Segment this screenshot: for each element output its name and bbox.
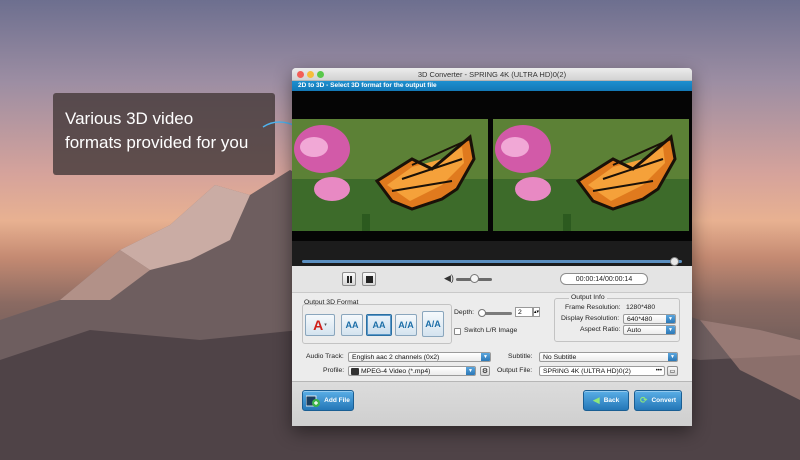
folder-icon: ▭ bbox=[669, 368, 676, 375]
chevron-down-icon: ▼ bbox=[481, 353, 490, 361]
output-file-value: SPRING 4K (ULTRA HD)0(2) bbox=[543, 368, 631, 375]
promo-caption: Various 3D video formats provided for yo… bbox=[53, 93, 275, 175]
dropdown-arrow-icon: ▾ bbox=[324, 322, 327, 328]
add-file-button[interactable]: Add File bbox=[302, 390, 354, 411]
convert-refresh-icon: ⟳ bbox=[639, 395, 648, 405]
display-resolution-value: 640*480 bbox=[627, 316, 653, 323]
frame-resolution-label: Frame Resolution: bbox=[565, 304, 621, 311]
convert-label: Convert bbox=[651, 397, 677, 404]
format-side-by-side-full-button[interactable]: AA bbox=[366, 314, 392, 336]
pause-button[interactable] bbox=[342, 272, 356, 286]
chevron-down-icon: ▼ bbox=[466, 367, 475, 375]
display-resolution-select[interactable]: 640*480 ▼ bbox=[623, 314, 676, 324]
audio-track-value: English aac 2 channels (0x2) bbox=[352, 354, 440, 361]
switch-lr-label: Switch L/R Image bbox=[464, 327, 518, 334]
title-bar: 3D Converter - SPRING 4K (ULTRA HD)0(2) bbox=[292, 68, 692, 81]
format-tb-full-label: A/A bbox=[425, 319, 441, 329]
zoom-window-icon[interactable] bbox=[317, 71, 324, 78]
add-file-label: Add File bbox=[324, 397, 350, 404]
output-file-field[interactable]: SPRING 4K (ULTRA HD)0(2) ••• bbox=[539, 366, 665, 376]
depth-value-field[interactable]: 2 bbox=[515, 307, 533, 317]
profile-value: MPEG-4 Video (*.mp4) bbox=[361, 368, 431, 375]
format-buttons-group: A ▾ AA AA A/A A/A bbox=[302, 304, 452, 344]
pause-icon bbox=[346, 275, 352, 283]
format-anaglyph-label: A bbox=[313, 317, 324, 333]
switch-lr-checkbox[interactable] bbox=[454, 328, 461, 335]
open-folder-button[interactable]: ▭ bbox=[667, 366, 678, 376]
seek-handle[interactable] bbox=[670, 257, 680, 266]
caption-line-2: formats provided for you bbox=[65, 133, 249, 152]
stop-button[interactable] bbox=[362, 272, 376, 286]
playback-controls: ◀) 00:00:14/00:00:14 bbox=[292, 266, 692, 293]
output-info-title: Output Info bbox=[569, 294, 607, 301]
preview-frame-left bbox=[292, 119, 488, 231]
audio-track-label: Audio Track: bbox=[306, 353, 344, 360]
volume-icon: ◀) bbox=[444, 273, 454, 283]
close-window-icon[interactable] bbox=[297, 71, 304, 78]
back-label: Back bbox=[603, 397, 620, 404]
chevron-down-icon: ▼ bbox=[668, 353, 677, 361]
format-top-bottom-full-button[interactable]: A/A bbox=[422, 311, 444, 337]
audio-track-select[interactable]: English aac 2 channels (0x2) ▼ bbox=[348, 352, 491, 362]
more-icon: ••• bbox=[655, 368, 662, 374]
format-sbs-half-label: AA bbox=[345, 320, 359, 330]
format-side-by-side-half-button[interactable]: AA bbox=[341, 314, 363, 336]
chevron-down-icon: ▼ bbox=[666, 326, 675, 334]
frame-resolution-value: 1280*480 bbox=[626, 304, 656, 311]
depth-stepper[interactable]: ▴▾ bbox=[533, 307, 540, 317]
step-banner: 2D to 3D - Select 3D format for the outp… bbox=[292, 81, 692, 91]
seek-track[interactable] bbox=[302, 260, 682, 263]
display-resolution-label: Display Resolution: bbox=[561, 315, 620, 322]
output-file-label: Output File: bbox=[497, 367, 533, 374]
gear-icon: ⚙ bbox=[481, 368, 489, 375]
preview-frame-right bbox=[493, 119, 689, 231]
video-preview bbox=[292, 91, 692, 241]
format-top-bottom-half-button[interactable]: A/A bbox=[395, 314, 417, 336]
bottom-action-bar: Add File ◀ Back ⟳ Convert bbox=[292, 381, 692, 426]
time-display: 00:00:14/00:00:14 bbox=[560, 273, 648, 285]
profile-select[interactable]: MPEG-4 Video (*.mp4) ▼ bbox=[348, 366, 476, 376]
format-sbs-full-label: AA bbox=[372, 320, 386, 330]
depth-label: Depth: bbox=[454, 309, 475, 316]
stop-icon bbox=[365, 275, 373, 283]
subtitle-label: Subtitle: bbox=[508, 353, 533, 360]
minimize-window-icon[interactable] bbox=[307, 71, 314, 78]
convert-button[interactable]: ⟳ Convert bbox=[634, 390, 682, 411]
subtitle-select[interactable]: No Subtitle ▼ bbox=[539, 352, 678, 362]
volume-handle[interactable] bbox=[470, 274, 479, 283]
aspect-ratio-value: Auto bbox=[627, 327, 641, 334]
profile-label: Profile: bbox=[323, 367, 345, 374]
depth-handle[interactable] bbox=[478, 309, 486, 317]
caption-line-1: Various 3D video bbox=[65, 109, 194, 128]
aspect-ratio-label: Aspect Ratio: bbox=[580, 326, 621, 333]
chevron-down-icon: ▼ bbox=[666, 315, 675, 323]
back-arrow-icon: ◀ bbox=[592, 395, 600, 405]
film-icon bbox=[351, 368, 359, 375]
format-anaglyph-button[interactable]: A ▾ bbox=[305, 314, 335, 336]
format-tb-half-label: A/A bbox=[398, 320, 414, 330]
back-button[interactable]: ◀ Back bbox=[583, 390, 629, 411]
aspect-ratio-select[interactable]: Auto ▼ bbox=[623, 325, 676, 335]
seek-bar-area bbox=[292, 241, 692, 266]
subtitle-value: No Subtitle bbox=[543, 354, 577, 361]
add-file-icon bbox=[306, 395, 321, 407]
profile-settings-button[interactable]: ⚙ bbox=[480, 366, 490, 376]
window-title: 3D Converter - SPRING 4K (ULTRA HD)0(2) bbox=[417, 70, 567, 79]
